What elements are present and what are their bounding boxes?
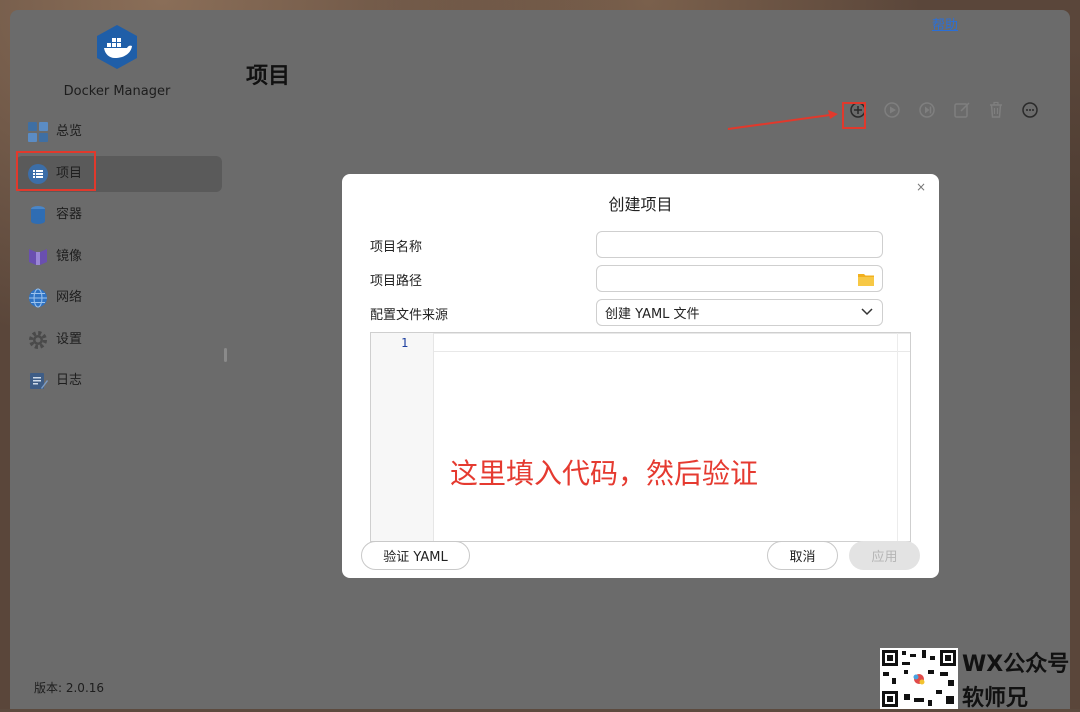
validate-yaml-button[interactable]: 验证 YAML <box>361 541 470 570</box>
editor-active-line[interactable] <box>434 333 910 352</box>
watermark-line1: WX公众号 <box>962 652 1070 677</box>
editor-gutter: 1 <box>371 333 434 541</box>
sidebar-item-label: 项目 <box>56 165 83 181</box>
docker-manager-window: 帮助 Docker Manager 总览 项目 容器 镜像 网络 设置 日志 版… <box>10 10 1070 709</box>
chevron-down-icon <box>861 308 873 316</box>
overview-icon <box>28 122 48 142</box>
config-source-select[interactable]: 创建 YAML 文件 <box>596 299 883 326</box>
add-icon[interactable] <box>848 100 868 120</box>
version-label: 版本: 2.0.16 <box>34 681 105 695</box>
trash-icon[interactable] <box>986 100 1006 120</box>
project-path-input[interactable] <box>596 265 883 292</box>
edit-icon[interactable] <box>952 100 972 120</box>
sidebar-item-settings[interactable]: 设置 <box>16 322 222 358</box>
project-name-input[interactable] <box>596 231 883 258</box>
sidebar-item-label: 容器 <box>56 207 83 222</box>
sidebar-item-label: 设置 <box>56 331 83 347</box>
config-source-value: 创建 YAML 文件 <box>605 307 700 322</box>
sidebar-item-label: 日志 <box>56 373 83 388</box>
step-forward-icon[interactable] <box>917 100 937 120</box>
yaml-editor[interactable]: 1 <box>370 332 911 542</box>
sidebar-item-logs[interactable]: 日志 <box>16 363 222 399</box>
sidebar-nav: 总览 项目 容器 镜像 网络 设置 日志 <box>16 114 222 405</box>
cancel-button[interactable]: 取消 <box>767 541 838 570</box>
app-name: Docker Manager <box>63 84 171 99</box>
network-icon <box>28 288 48 308</box>
sidebar-item-label: 镜像 <box>56 248 83 264</box>
sidebar-item-network[interactable]: 网络 <box>16 280 222 316</box>
log-icon <box>28 371 48 391</box>
editor-ruler <box>897 333 898 541</box>
dialog-title: 创建项目 <box>608 195 673 214</box>
apply-button[interactable]: 应用 <box>849 541 920 570</box>
more-icon[interactable] <box>1020 100 1040 120</box>
project-name-label: 项目名称 <box>370 240 423 255</box>
instruction-annotation: 这里填入代码，然后验证 <box>450 457 759 490</box>
sidebar-item-containers[interactable]: 容器 <box>16 197 222 233</box>
sidebar-scrollbar[interactable] <box>224 348 227 362</box>
container-icon <box>28 205 48 225</box>
project-path-label: 项目路径 <box>370 274 423 289</box>
watermark-line2: 软师兄 <box>962 686 1029 711</box>
qr-code-icon <box>880 648 958 709</box>
create-project-dialog: × 创建项目 项目名称 项目路径 配置文件来源 创建 YAML 文件 1 这里填… <box>342 174 939 578</box>
sidebar-item-images[interactable]: 镜像 <box>16 239 222 275</box>
docker-logo-icon <box>97 25 137 69</box>
list-icon <box>28 163 48 184</box>
gear-icon <box>28 330 48 350</box>
annotation-arrow <box>727 110 838 130</box>
sidebar-item-projects[interactable]: 项目 <box>16 155 222 192</box>
line-number: 1 <box>401 336 409 350</box>
sidebar-item-label: 总览 <box>56 124 83 139</box>
sidebar-item-label: 网络 <box>56 290 83 305</box>
image-icon <box>28 247 48 267</box>
page-title: 项目 <box>246 64 291 89</box>
help-link[interactable]: 帮助 <box>932 14 958 33</box>
folder-icon[interactable] <box>858 272 874 286</box>
play-icon[interactable] <box>882 100 902 120</box>
sidebar-item-overview[interactable]: 总览 <box>16 114 222 150</box>
config-source-label: 配置文件来源 <box>370 308 449 323</box>
